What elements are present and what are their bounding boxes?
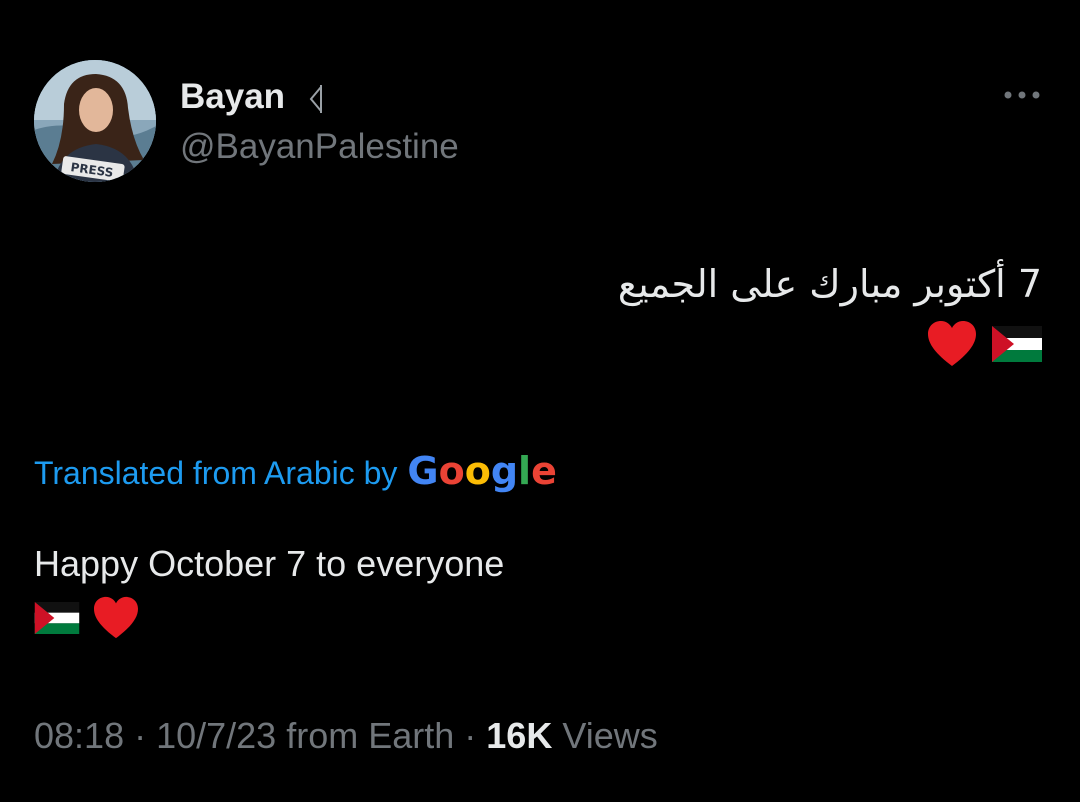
red-heart-icon [94, 596, 138, 639]
palestine-flag-icon [992, 326, 1042, 362]
avatar[interactable]: PRESS [34, 60, 156, 182]
avatar-image: PRESS [34, 60, 156, 182]
original-emoji-row [926, 320, 1042, 368]
more-options-button[interactable] [996, 80, 1048, 110]
translated-emoji-row [34, 596, 140, 640]
tweet-source: from Earth [276, 715, 455, 756]
tweet-time[interactable]: 08:18 [34, 715, 124, 756]
meta-separator: · [454, 715, 487, 756]
views-label: Views [552, 715, 658, 756]
tweet-text-original: 7 أكتوبر مبارك على الجميع [617, 262, 1042, 306]
tweet-meta: 08:18 · 10/7/23 from Earth · 16K Views [34, 713, 658, 759]
translation-label[interactable]: Translated from Arabic by [34, 450, 397, 496]
tweet-date[interactable]: 10/7/23 [156, 715, 276, 756]
author-handle[interactable]: @BayanPalestine [180, 127, 459, 167]
translation-attribution[interactable]: Translated from Arabic by Google [34, 448, 557, 496]
flag-pole-icon [309, 85, 322, 113]
author-display-name[interactable]: Bayan [180, 77, 285, 117]
views-count[interactable]: 16K [486, 715, 552, 756]
palestine-flag-icon [34, 602, 80, 634]
google-logo: Google [407, 449, 557, 493]
meta-separator: · [124, 715, 157, 756]
red-heart-icon [928, 321, 976, 366]
tweet-text-translated: Happy October 7 to everyone [34, 543, 505, 584]
more-icon [1004, 91, 1040, 99]
